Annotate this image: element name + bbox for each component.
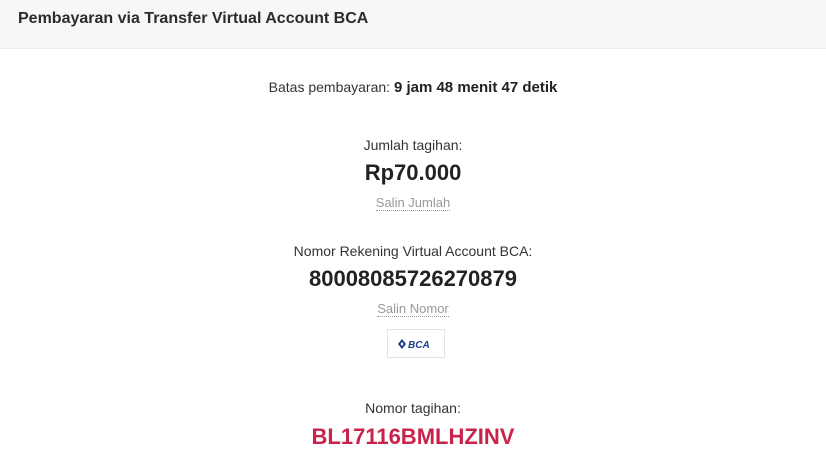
page-title: Pembayaran via Transfer Virtual Account … (18, 10, 369, 27)
amount-label: Jumlah tagihan: (363, 137, 463, 153)
invoice-number-label: Nomor tagihan: (365, 400, 461, 416)
bca-logo-text: BCA (408, 340, 430, 350)
payment-deadline: Batas pembayaran: 9 jam 48 menit 47 deti… (0, 79, 826, 96)
invoice-number-value: BL17116BMLHZINV (311, 424, 515, 449)
deadline-label: Batas pembayaran: (268, 79, 394, 95)
copy-account-wrapper: Salin Nomor (0, 300, 826, 318)
page-header: Pembayaran via Transfer Virtual Account … (0, 0, 826, 49)
payment-details: Batas pembayaran: 9 jam 48 menit 47 deti… (0, 49, 826, 453)
copy-amount-wrapper: Salin Jumlah (0, 194, 826, 212)
copy-account-number-link[interactable]: Salin Nomor (377, 301, 449, 317)
deadline-countdown: 9 jam 48 menit 47 detik (393, 79, 558, 96)
account-number-value: 80008085726270879 (308, 266, 517, 291)
amount-value: Rp70.000 (364, 160, 462, 185)
bca-logo-icon: BCA (398, 338, 430, 350)
account-number-label: Nomor Rekening Virtual Account BCA: (293, 243, 533, 259)
bca-bank-logo: BCA (387, 329, 445, 358)
copy-amount-link[interactable]: Salin Jumlah (375, 195, 451, 211)
